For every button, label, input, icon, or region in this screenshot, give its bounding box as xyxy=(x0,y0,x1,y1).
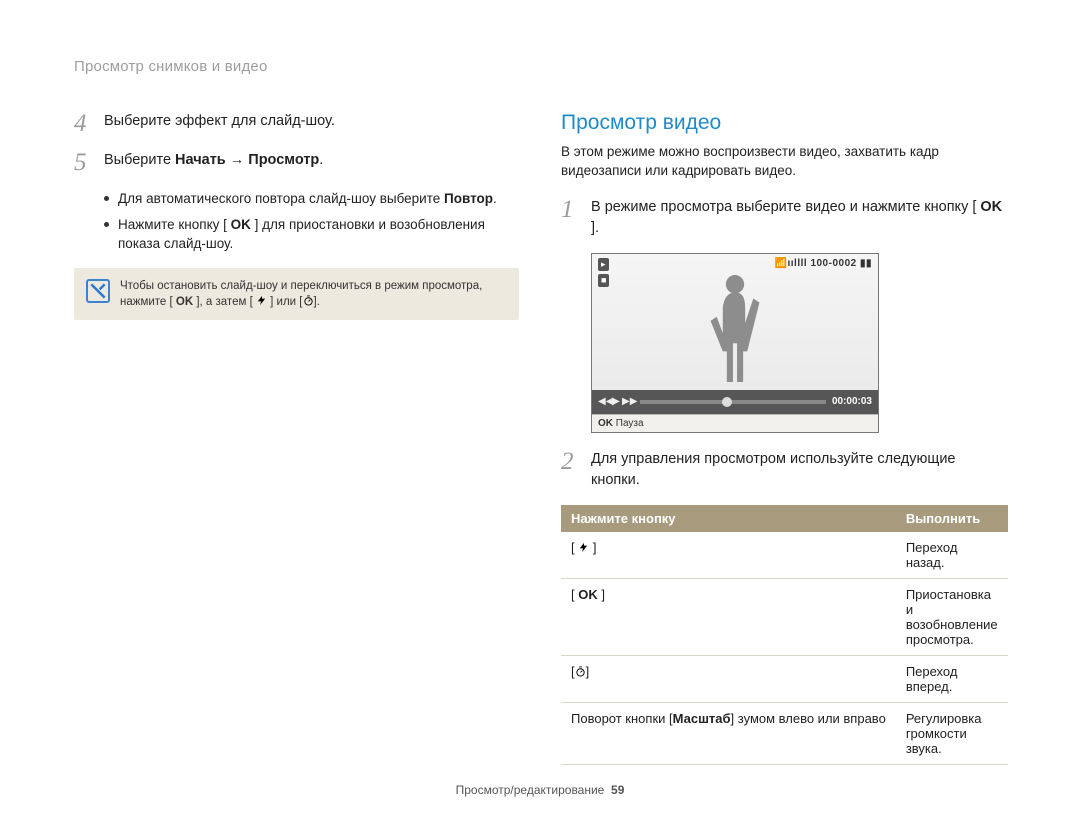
note-box: Чтобы остановить слайд-шоу и переключить… xyxy=(74,268,519,320)
overlay-top-right: 📶ııllll 100-0002 ▮▮ xyxy=(775,258,872,269)
ok-label: OK xyxy=(176,296,193,308)
video-frame: ▸ ■ 📶ııllll 100-0002 ▮▮ ◀◀ ▶ xyxy=(592,254,878,414)
step-2: 2 Для управления просмотром используйте … xyxy=(561,449,1006,491)
step-number: 4 xyxy=(74,111,94,136)
bullet-list: Для автоматического повтора слайд-шоу вы… xyxy=(104,189,519,254)
play-icon: ▶ xyxy=(610,396,622,407)
text: . xyxy=(493,191,497,206)
progress-track xyxy=(640,400,826,404)
text: Поворот кнопки [ xyxy=(571,711,673,726)
step-number: 2 xyxy=(561,449,581,491)
action-cell: Приостановка и возобновление просмотра. xyxy=(896,578,1008,655)
step-text: В режиме просмотра выберите видео и нажм… xyxy=(591,197,1006,239)
note-text: Чтобы остановить слайд-шоу и переключить… xyxy=(120,278,507,310)
controls-table: Нажмите кнопку Выполнить [ ] Переход наз… xyxy=(561,505,1008,765)
volume-icon: 📶ııllll xyxy=(775,258,811,269)
flash-icon xyxy=(256,296,267,308)
ok-label: OK xyxy=(980,199,1002,215)
step-number: 1 xyxy=(561,197,581,239)
bold-text: Начать → Просмотр xyxy=(175,152,319,168)
text: ] или [ xyxy=(267,296,303,308)
video-icon: ■ xyxy=(598,274,609,287)
step-5: 5 Выберите Начать → Просмотр. xyxy=(74,150,519,175)
file-counter: 100-0002 xyxy=(810,258,856,269)
table-row: [ OK ] Приостановка и возобновление прос… xyxy=(561,578,1008,655)
action-cell: Переход назад. xyxy=(896,532,1008,579)
text: В режиме просмотра выберите видео и нажм… xyxy=(591,199,980,215)
note-icon xyxy=(86,279,110,303)
battery-icon: ▮▮ xyxy=(860,258,872,269)
video-caption: OK Пауза xyxy=(592,414,878,432)
list-item: Нажмите кнопку [ OK ] для приостановки и… xyxy=(104,215,519,254)
step-number: 5 xyxy=(74,150,94,175)
ok-label: OK xyxy=(598,418,613,429)
bold-text: Повтор xyxy=(444,191,493,206)
caption-text: Пауза xyxy=(616,418,644,429)
table-row: [ ] Переход назад. xyxy=(561,532,1008,579)
text: ]. xyxy=(314,296,320,308)
table-header-action: Выполнить xyxy=(896,505,1008,532)
elapsed-time: 00:00:03 xyxy=(832,396,872,407)
action-cell: Регулировка громкости звука. xyxy=(896,702,1008,764)
text: Нажмите кнопку [ xyxy=(118,217,231,232)
video-progress-bar: ◀◀ ▶ ▶▶ 00:00:03 xyxy=(592,390,878,414)
intro-paragraph: В этом режиме можно воспроизвести видео,… xyxy=(561,143,1006,181)
button-cell: [] xyxy=(561,655,896,702)
button-cell: Поворот кнопки [Масштаб] зумом влево или… xyxy=(561,702,896,764)
step-1: 1 В режиме просмотра выберите видео и на… xyxy=(561,197,1006,239)
running-header: Просмотр снимков и видео xyxy=(74,58,1006,75)
left-column: 4 Выберите эффект для слайд-шоу. 5 Выбер… xyxy=(74,111,519,765)
page-number: 59 xyxy=(611,783,624,797)
ok-label: OK xyxy=(231,217,251,232)
step-text: Выберите Начать → Просмотр. xyxy=(104,150,323,175)
bold-text: Масштаб xyxy=(673,711,731,726)
action-cell: Переход вперед. xyxy=(896,655,1008,702)
ok-label: OK xyxy=(578,587,598,602)
rewind-icon: ◀◀ xyxy=(598,396,610,407)
play-mode-icon: ▸ xyxy=(598,258,609,271)
table-row: Поворот кнопки [Масштаб] зумом влево или… xyxy=(561,702,1008,764)
timer-icon xyxy=(303,296,314,308)
text: ], а затем [ xyxy=(193,296,256,308)
text: Выберите xyxy=(104,152,175,168)
step-4: 4 Выберите эффект для слайд-шоу. xyxy=(74,111,519,136)
button-cell: [ ] xyxy=(561,532,896,579)
timer-icon xyxy=(575,664,586,679)
page-footer: Просмотр/редактирование 59 xyxy=(0,783,1080,797)
text: Для автоматического повтора слайд-шоу вы… xyxy=(118,191,444,206)
text: . xyxy=(319,152,323,168)
text: ] зумом влево или вправо xyxy=(731,711,886,726)
section-heading: Просмотр видео xyxy=(561,111,1006,135)
table-header-button: Нажмите кнопку xyxy=(561,505,896,532)
video-preview: ▸ ■ 📶ııllll 100-0002 ▮▮ ◀◀ ▶ xyxy=(591,253,879,433)
overlay-left-icons: ▸ ■ xyxy=(598,258,609,287)
step-text: Выберите эффект для слайд-шоу. xyxy=(104,111,335,136)
step-text: Для управления просмотром используйте сл… xyxy=(591,449,1006,491)
video-silhouette xyxy=(704,272,766,384)
button-cell: [ OK ] xyxy=(561,578,896,655)
footer-section: Просмотр/редактирование xyxy=(456,783,605,797)
forward-icon: ▶▶ xyxy=(622,396,634,407)
text: ]. xyxy=(591,220,599,236)
flash-icon xyxy=(578,540,589,555)
table-row: [] Переход вперед. xyxy=(561,655,1008,702)
right-column: Просмотр видео В этом режиме можно воспр… xyxy=(561,111,1006,765)
list-item: Для автоматического повтора слайд-шоу вы… xyxy=(104,189,519,209)
